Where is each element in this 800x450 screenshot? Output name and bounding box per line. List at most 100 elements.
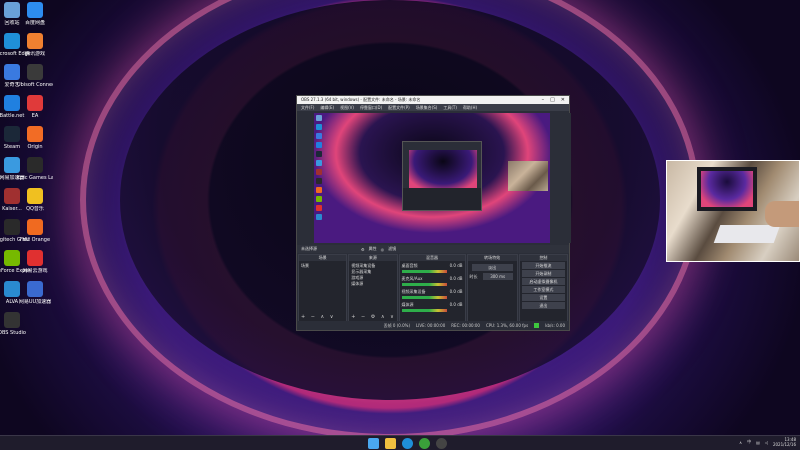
- rec-time: REC: 00:00:00: [451, 323, 480, 328]
- minimize-icon[interactable]: –: [542, 97, 545, 103]
- bitrate: kb/s: 0.00: [545, 323, 565, 328]
- desktop-shortcut[interactable]: Ubisoft Connect: [17, 64, 53, 88]
- mixer-channel[interactable]: 媒体源 0.0 dB: [401, 302, 463, 313]
- start-streaming-button[interactable]: 开始推流: [521, 262, 566, 269]
- desktop-shortcut-label: Ubisoft Connect: [17, 82, 53, 88]
- source-add-remove-controls[interactable]: + − ⚙ ∧ ∨: [351, 314, 396, 320]
- obs-title-text: OBS 27.1.3 (64 bit, windows) - 配置文件: 未命名…: [301, 97, 421, 102]
- desktop-shortcut[interactable]: 百度网盘: [17, 2, 53, 26]
- qq-music-icon: [27, 188, 43, 204]
- controls-dock: 控制 开始推流 开始录制 启动虚拟摄像机 工作室模式 设置 退出: [518, 254, 569, 322]
- desktop-background: 回收站百度网盘Microsoft Edge腾讯游戏爱奇艺Ubisoft Conn…: [0, 0, 800, 435]
- transition-type-select[interactable]: 淡出: [471, 264, 513, 271]
- menu-item[interactable]: 工具(T): [443, 105, 457, 111]
- ubisoft-icon: [27, 64, 43, 80]
- mixer-dock: 混音器 桌面音频 0.0 dB 麦克风/Aux 0.0 dB 视频采集设备 0.…: [398, 254, 466, 322]
- obs-docks: 场景 场景 + − ∧ ∨ 来源 视频采集设备 显示器采集 游戏源 媒体源 + …: [297, 254, 569, 322]
- desktop-shortcut[interactable]: EA: [17, 95, 53, 119]
- sources-dock: 来源 视频采集设备 显示器采集 游戏源 媒体源 + − ⚙ ∧ ∨: [348, 254, 398, 322]
- menu-item[interactable]: 场景集合(S): [416, 105, 438, 111]
- scene-item[interactable]: 场景: [301, 263, 344, 269]
- menu-item[interactable]: 停靠窗口(D): [360, 105, 382, 111]
- exit-button[interactable]: 退出: [521, 302, 566, 309]
- properties-button[interactable]: 属性: [369, 246, 377, 252]
- cpu-usage: CPU: 1.3%, 60.00 fps: [485, 323, 529, 328]
- tencent-games-icon: [27, 33, 43, 49]
- filters-button[interactable]: 滤镜: [388, 246, 396, 252]
- clock[interactable]: 13:48 2021/12/16: [773, 437, 796, 447]
- language-indicator[interactable]: 中: [747, 439, 751, 445]
- xbox-icon[interactable]: [419, 438, 430, 449]
- desktop-shortcut[interactable]: OBS Studio: [0, 312, 30, 336]
- menu-item[interactable]: 视图(V): [340, 105, 354, 111]
- obs-icon[interactable]: [436, 438, 447, 449]
- desktop-shortcut[interactable]: 腾讯游戏: [17, 33, 53, 57]
- obs-window[interactable]: OBS 27.1.3 (64 bit, windows) - 配置文件: 未命名…: [296, 95, 571, 331]
- epic-icon: [27, 157, 43, 173]
- network-icon[interactable]: ▤: [756, 440, 760, 445]
- origin-icon: [27, 126, 43, 142]
- mixer-channel[interactable]: 麦克风/Aux 0.0 dB: [401, 276, 463, 287]
- desktop-shortcut[interactable]: QQ音乐: [17, 188, 53, 212]
- duration-input[interactable]: 300 ms: [482, 273, 513, 280]
- duration-label: 时长: [469, 273, 478, 279]
- status-indicator: [534, 323, 540, 328]
- menu-item[interactable]: 文件(F): [301, 105, 314, 111]
- filter-icon[interactable]: ◎: [381, 247, 385, 252]
- file-explorer-icon[interactable]: [385, 438, 396, 449]
- start-recording-button[interactable]: 开始录制: [521, 270, 566, 277]
- mixer-channel[interactable]: 桌面音频 0.0 dB: [401, 263, 463, 274]
- chevron-up-icon[interactable]: ∧: [739, 440, 742, 445]
- edge-icon[interactable]: [402, 438, 413, 449]
- close-icon[interactable]: ✕: [561, 97, 565, 103]
- desktop-shortcut[interactable]: Fast Orange: [17, 219, 53, 243]
- obs-preview-canvas[interactable]: [314, 113, 550, 243]
- preview-desktop-icons: [316, 115, 322, 235]
- obs-titlebar[interactable]: OBS 27.1.3 (64 bit, windows) - 配置文件: 未命名…: [297, 96, 569, 104]
- studio-mode-button[interactable]: 工作室模式: [521, 286, 566, 293]
- desktop-shortcut[interactable]: 网易云游戏: [17, 250, 53, 274]
- desktop-shortcut-label: 网易UU加速器: [18, 299, 52, 305]
- obs-icon: [4, 312, 20, 328]
- preview-webcam-source: [508, 161, 548, 191]
- transitions-dock: 转场特效 淡出 时长 300 ms: [466, 254, 518, 322]
- obs-menubar: 文件(F) 编辑(E) 视图(V) 停靠窗口(D) 配置文件(P) 场景集合(S…: [297, 104, 569, 111]
- dropped-frames: 丢帧 0 (0.0%): [383, 322, 411, 328]
- ea-icon: [27, 95, 43, 111]
- taskbar: ∧ 中 ▤ ◁ 13:48 2021/12/16: [0, 435, 800, 450]
- scene-add-remove-controls[interactable]: + − ∧ ∨: [301, 314, 335, 320]
- nested-obs-preview: [402, 141, 482, 211]
- desktop-shortcut-label: 网易云游戏: [22, 268, 48, 274]
- gear-icon[interactable]: ⚙: [361, 247, 365, 252]
- desktop-shortcut-label: Fast Orange: [19, 237, 51, 243]
- obs-statusbar: 丢帧 0 (0.0%) LIVE: 00:00:00 REC: 00:00:00…: [297, 321, 569, 330]
- no-source-label: 未选择源: [301, 246, 317, 251]
- clock-date: 2021/12/16: [772, 442, 796, 447]
- fast-orange-icon: [27, 219, 43, 235]
- system-tray: ∧ 中 ▤ ◁ 13:48 2021/12/16: [739, 437, 796, 447]
- virtual-camera-button[interactable]: 启动虚拟摄像机: [521, 278, 566, 285]
- uu-accelerator-icon: [27, 281, 43, 297]
- scenes-dock: 场景 场景 + − ∧ ∨: [298, 254, 348, 322]
- windows-start-icon[interactable]: [368, 438, 379, 449]
- source-item[interactable]: 媒体源: [351, 281, 394, 287]
- desktop-shortcut-label: 腾讯游戏: [24, 51, 45, 57]
- mixer-channel[interactable]: 视频采集设备 0.0 dB: [401, 289, 463, 300]
- maximize-icon[interactable]: □: [550, 97, 555, 103]
- desktop-shortcut[interactable]: Epic Games Launcher: [17, 157, 53, 181]
- menu-item[interactable]: 配置文件(P): [388, 105, 410, 111]
- desktop-shortcut-label: QQ音乐: [26, 206, 44, 212]
- menu-item[interactable]: 编辑(E): [320, 105, 334, 111]
- volume-icon[interactable]: ◁: [765, 440, 768, 445]
- settings-button[interactable]: 设置: [521, 294, 566, 301]
- desktop-shortcut-label: Epic Games Launcher: [17, 175, 53, 181]
- menu-item[interactable]: 帮助(H): [463, 105, 477, 111]
- controls-dock-title: 控制: [519, 255, 568, 261]
- desktop-shortcut[interactable]: 网易UU加速器: [17, 281, 53, 305]
- preview-margin-right: [550, 113, 571, 243]
- live-time: LIVE: 00:00:00: [416, 323, 446, 328]
- desktop-shortcut[interactable]: Origin: [17, 126, 53, 150]
- desktop-shortcut-label: 百度网盘: [24, 20, 45, 26]
- obs-source-toolbar: 未选择源 ⚙ 属性 ◎ 滤镜: [297, 245, 569, 253]
- taskbar-pinned-apps: [368, 438, 447, 449]
